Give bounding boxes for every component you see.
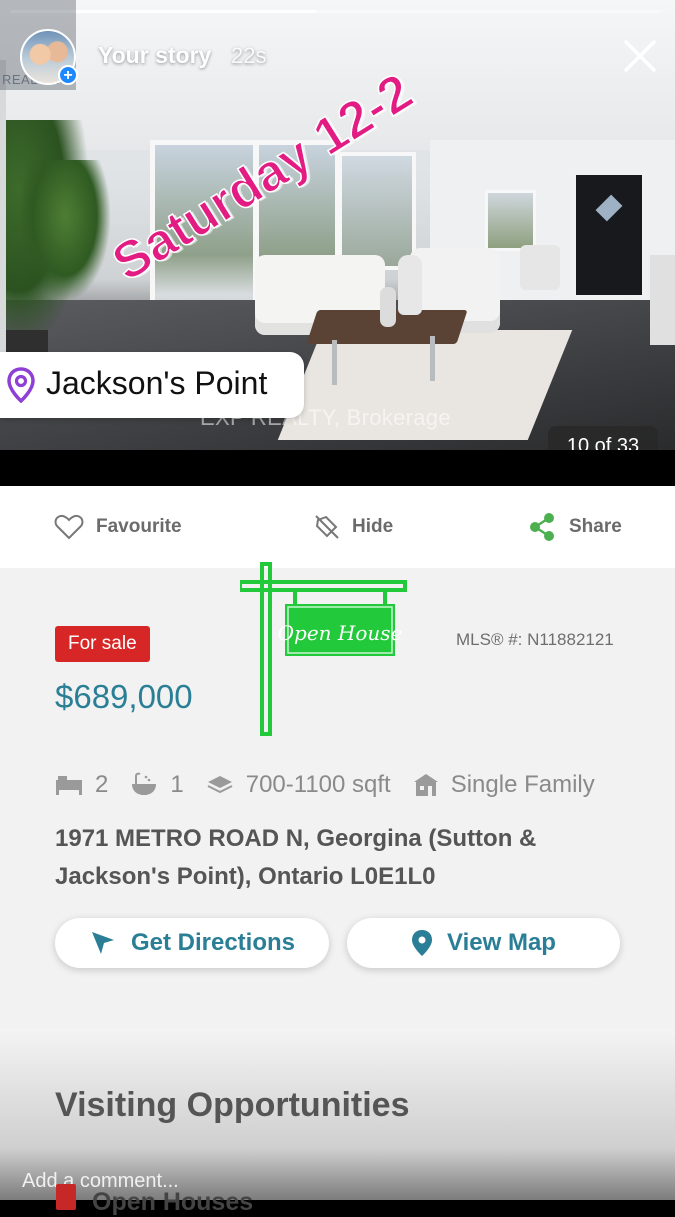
spec-type: Single Family [413,771,595,799]
plant [20,160,110,300]
lower-section: Visiting Opportunities Add a comment... … [0,1028,675,1216]
bathtub-icon [132,772,157,795]
view-map-button[interactable]: View Map [347,918,620,968]
house-icon [413,774,438,796]
window [485,190,536,251]
spec-size: 700-1100 sqft [206,771,391,799]
listing-details: For sale $689,000 MLS® #: N11882121 Open… [0,562,675,1028]
spec-bedrooms: 2 [55,771,108,799]
listing-card: Favourite Hide Share For sale $689,000 M… [0,486,675,1216]
table-leg [332,340,337,385]
add-story-icon[interactable]: + [58,65,78,85]
listing-price: $689,000 [55,678,193,715]
bathrooms-count: 1 [170,771,184,798]
hide-tag-icon [315,515,339,539]
status-badge: For sale [55,626,150,662]
floor-area-icon [207,776,233,794]
divider-band [0,450,675,486]
spec-bathrooms: 1 [130,771,184,799]
action-bar: Favourite Hide Share [0,486,675,568]
wall-edge [0,60,6,360]
window [338,152,416,270]
heart-icon [54,514,84,540]
share-label: Share [569,516,622,537]
bed-icon [56,776,82,795]
story-progress-bar [10,10,661,13]
listing-address: 1971 METRO ROAD N, Georgina (Sutton & Ja… [55,825,537,890]
bar-stool [650,255,675,345]
map-pin-icon [412,930,433,956]
navigation-arrow-icon [91,932,114,954]
section-title: Visiting Opportunities [55,1086,410,1124]
open-house-sign-text: Open House [278,621,403,645]
get-directions-label: Get Directions [130,929,296,956]
floor-area: 700-1100 sqft [245,771,391,798]
favourite-label: Favourite [96,516,182,537]
front-door [573,172,645,298]
hide-button[interactable]: Hide [314,512,393,542]
hide-label: Hide [352,516,394,537]
location-pin-icon [7,367,35,403]
close-button[interactable] [620,36,660,76]
open-houses-heading: Open Houses [92,1188,254,1216]
vase [380,287,396,327]
property-type: Single Family [450,771,595,798]
bedrooms-count: 2 [95,771,109,798]
favourite-button[interactable]: Favourite [54,512,182,542]
close-icon [624,40,656,72]
listing-specs: 2 1 700-1100 sqft Single Family [55,768,645,802]
get-directions-button[interactable]: Get Directions [55,918,329,968]
mls-number: MLS® #: N11882121 [456,630,614,649]
location-label: Jackson's Point [46,365,268,401]
story-username[interactable]: Your story [98,42,211,69]
view-map-label: View Map [447,929,556,956]
door-icon [56,1184,76,1210]
story-timestamp: 22s [231,43,267,68]
share-button[interactable]: Share [527,512,622,542]
dining-chair [520,245,560,290]
table-leg [430,336,435,381]
share-icon [530,513,554,541]
location-sticker[interactable]: Jackson's Point [0,352,304,418]
open-house-sign-sticker[interactable]: Open House [240,562,410,742]
vase [398,255,422,315]
